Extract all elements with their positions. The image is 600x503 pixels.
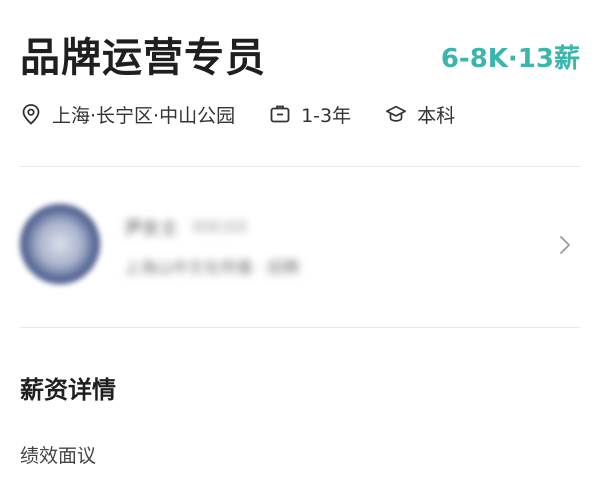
experience-text: 1-3年 <box>301 104 352 127</box>
job-title: 品牌运营专员 <box>20 35 266 81</box>
graduation-cap-icon <box>385 103 407 125</box>
chevron-right-icon[interactable] <box>556 234 574 256</box>
divider <box>20 327 580 328</box>
recruiter-active-status: 刚刚活跃 <box>192 220 248 236</box>
salary-section-title: 薪资详情 <box>20 376 116 404</box>
avatar <box>20 204 100 284</box>
meta-experience: 1-3年 <box>269 101 351 128</box>
location-pin-icon <box>20 103 42 125</box>
recruiter-card[interactable]: 尹女士 刚刚活跃 上海山中文化传播 · 招聘 <box>20 190 580 300</box>
recruiter-company: 上海山中文化传播 · 招聘 <box>124 258 300 277</box>
meta-location: 上海·长宁区·中山公园 <box>20 101 235 128</box>
job-header: 品牌运营专员 6-8K·13薪 <box>20 30 580 90</box>
divider <box>20 166 580 167</box>
briefcase-icon <box>269 103 291 125</box>
job-meta-row: 上海·长宁区·中山公园 1-3年 本科 <box>20 97 489 131</box>
location-text: 上海·长宁区·中山公园 <box>52 104 236 127</box>
salary-range: 6-8K·13薪 <box>440 44 580 74</box>
meta-education: 本科 <box>385 101 455 128</box>
education-text: 本科 <box>417 104 456 127</box>
recruiter-name: 尹女士 <box>124 218 178 239</box>
salary-detail-text: 绩效面议 <box>20 445 97 467</box>
